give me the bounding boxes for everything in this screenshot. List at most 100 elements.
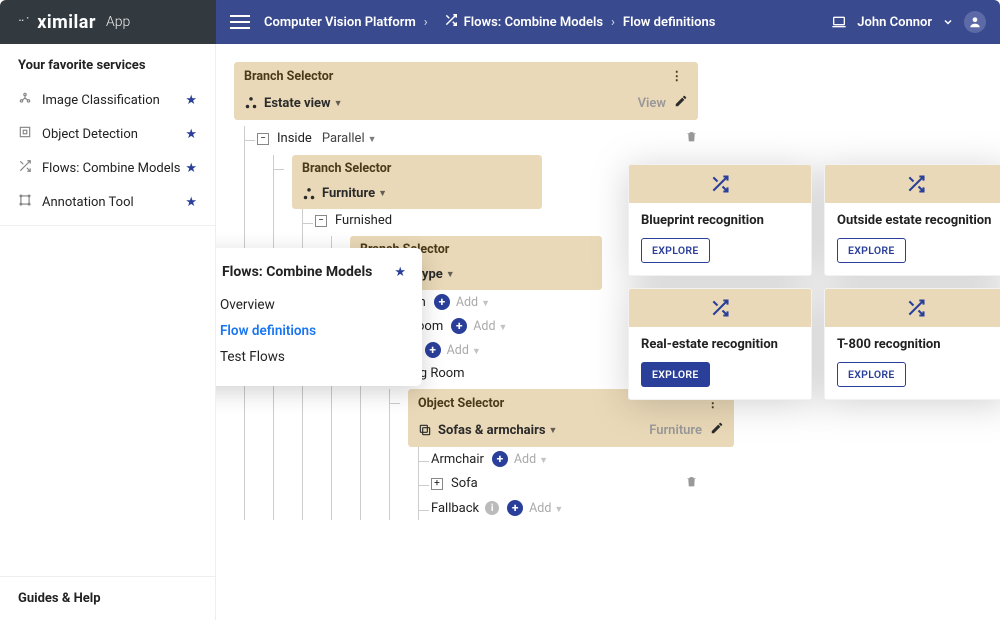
avatar-icon[interactable] (964, 11, 986, 33)
menu-dots-icon[interactable]: ⋮ (667, 68, 689, 84)
explore-button[interactable]: EXPLORE (837, 238, 906, 263)
sidebar: Your favorite services Image Classificat… (0, 44, 216, 620)
nav-link-test-flows[interactable]: Test Flows (220, 344, 406, 370)
collapse-icon[interactable]: − (315, 215, 327, 227)
caret-down-icon: ▼ (334, 98, 343, 109)
content-area: Flows: Combine Models ★ Overview Flow de… (216, 44, 1000, 620)
result-card: Outside estate recognition EXPLORE (824, 164, 1000, 276)
sidebar-item-annotation[interactable]: Annotation Tool ★ (0, 185, 215, 219)
node-value-row[interactable]: Sofas & armchairs▼ Furniture (408, 417, 734, 447)
add-label[interactable]: Add▼ (529, 501, 563, 516)
pencil-icon[interactable] (710, 421, 724, 439)
plus-icon[interactable]: + (507, 500, 523, 516)
shuffle-icon (710, 298, 730, 318)
root-branch-block: Branch Selector ⋮ Estate view▼ View (234, 62, 698, 120)
card-title: Outside estate recognition (837, 213, 995, 228)
node-value-row[interactable]: Furniture▼ (292, 182, 542, 209)
trash-icon[interactable] (679, 475, 704, 492)
star-icon[interactable]: ★ (185, 161, 197, 176)
add-label[interactable]: Add▼ (473, 319, 507, 334)
laptop-icon[interactable] (831, 14, 847, 30)
star-icon[interactable]: ★ (185, 127, 197, 142)
plus-icon[interactable]: + (492, 451, 508, 467)
shuffle-icon (906, 174, 926, 194)
nav-link-flow-definitions[interactable]: Flow definitions (220, 318, 406, 344)
sidebar-item-image-classification[interactable]: Image Classification ★ (0, 83, 215, 117)
hierarchy-icon (244, 96, 258, 110)
card-icon-area (629, 165, 811, 203)
annotation-icon (18, 193, 36, 211)
sidebar-item-object-detection[interactable]: Object Detection ★ (0, 117, 215, 151)
row-label[interactable]: Fallback (431, 501, 479, 516)
card-title: T-800 recognition (837, 337, 995, 352)
node-value: Sofas & armchairs (438, 423, 546, 438)
explore-button[interactable]: EXPLORE (641, 238, 710, 263)
plus-icon[interactable]: + (425, 342, 441, 358)
explore-button[interactable]: EXPLORE (641, 362, 710, 387)
row-label[interactable]: Inside (277, 131, 312, 146)
view-label: View (638, 96, 666, 111)
caret-down-icon: ▼ (549, 425, 558, 436)
sidebar-item-label: Flows: Combine Models (42, 161, 185, 176)
card-icon-area (825, 289, 1000, 327)
star-icon[interactable]: ★ (185, 195, 197, 210)
node-header: Branch Selector ⋮ (234, 62, 698, 90)
brand-name: ximilar (37, 12, 96, 33)
sidebar-item-label: Object Detection (42, 127, 185, 142)
add-label[interactable]: Add▼ (514, 452, 548, 467)
node-header-label: Branch Selector (244, 69, 333, 84)
node-value: Estate view (264, 96, 331, 111)
add-label[interactable]: Add▼ (447, 343, 481, 358)
node-value-row[interactable]: Estate view▼ View (234, 90, 698, 120)
hamburger-menu-icon[interactable] (230, 15, 250, 29)
plus-icon[interactable]: + (434, 294, 450, 310)
breadcrumb-root[interactable]: Computer Vision Platform (264, 15, 416, 30)
node-value: Furniture (322, 186, 375, 201)
breadcrumb-page[interactable]: Flow definitions (623, 15, 715, 30)
collapse-icon[interactable]: − (257, 133, 269, 145)
dots-icon: ⠒⠁ (18, 17, 33, 27)
brand-area: ⠒⠁ ximilar App (0, 0, 216, 44)
plus-icon[interactable]: + (451, 318, 467, 334)
chevron-down-icon[interactable] (942, 16, 954, 28)
nav-link-overview[interactable]: Overview (220, 292, 406, 318)
caret-down-icon: ▼ (446, 269, 455, 280)
row-label[interactable]: Furnished (335, 213, 392, 228)
sidebar-item-label: Annotation Tool (42, 195, 185, 210)
hierarchy-icon (302, 187, 316, 201)
classification-icon (18, 91, 36, 109)
topbar-right: Computer Vision Platform › Flows: Combin… (216, 0, 1000, 44)
topbar: ⠒⠁ ximilar App Computer Vision Platform … (0, 0, 1000, 44)
chevron-right-icon: › (424, 15, 428, 30)
tree-row-sofa: + Sofa (431, 471, 704, 496)
detection-icon (18, 125, 36, 143)
furniture-branch-block: Branch Selector Furniture▼ (292, 155, 542, 209)
star-icon[interactable]: ★ (185, 93, 197, 108)
row-secondary[interactable]: Parallel▼ (322, 131, 377, 146)
chevron-right-icon: › (611, 15, 615, 30)
caret-down-icon: ▼ (368, 135, 377, 145)
info-icon[interactable]: i (485, 501, 499, 515)
result-card: Blueprint recognition EXPLORE (628, 164, 812, 276)
breadcrumb-section[interactable]: Flows: Combine Models (464, 15, 603, 30)
caret-down-icon: ▼ (378, 188, 387, 199)
results-panel: Blueprint recognition EXPLORE Outside es… (628, 164, 1000, 400)
explore-button[interactable]: EXPLORE (837, 362, 906, 387)
brand-app: App (106, 14, 130, 30)
sidebar-item-flows[interactable]: Flows: Combine Models ★ (0, 151, 215, 185)
trash-icon[interactable] (679, 130, 704, 147)
shuffle-icon (906, 298, 926, 318)
add-label[interactable]: Add▼ (456, 295, 490, 310)
guides-link[interactable]: Guides & Help (0, 576, 215, 620)
row-label[interactable]: Sofa (451, 476, 478, 491)
star-icon[interactable]: ★ (394, 265, 406, 280)
context-label: Furniture (649, 423, 702, 438)
user-area: John Connor (831, 11, 986, 33)
pencil-icon[interactable] (674, 94, 688, 112)
expand-icon[interactable]: + (431, 478, 443, 490)
section-nav-title: Flows: Combine Models (222, 264, 394, 280)
user-name[interactable]: John Connor (857, 15, 932, 30)
favorites-title: Your favorite services (0, 44, 215, 83)
row-label[interactable]: Armchair (431, 452, 484, 467)
node-header-label: Branch Selector (302, 161, 391, 176)
